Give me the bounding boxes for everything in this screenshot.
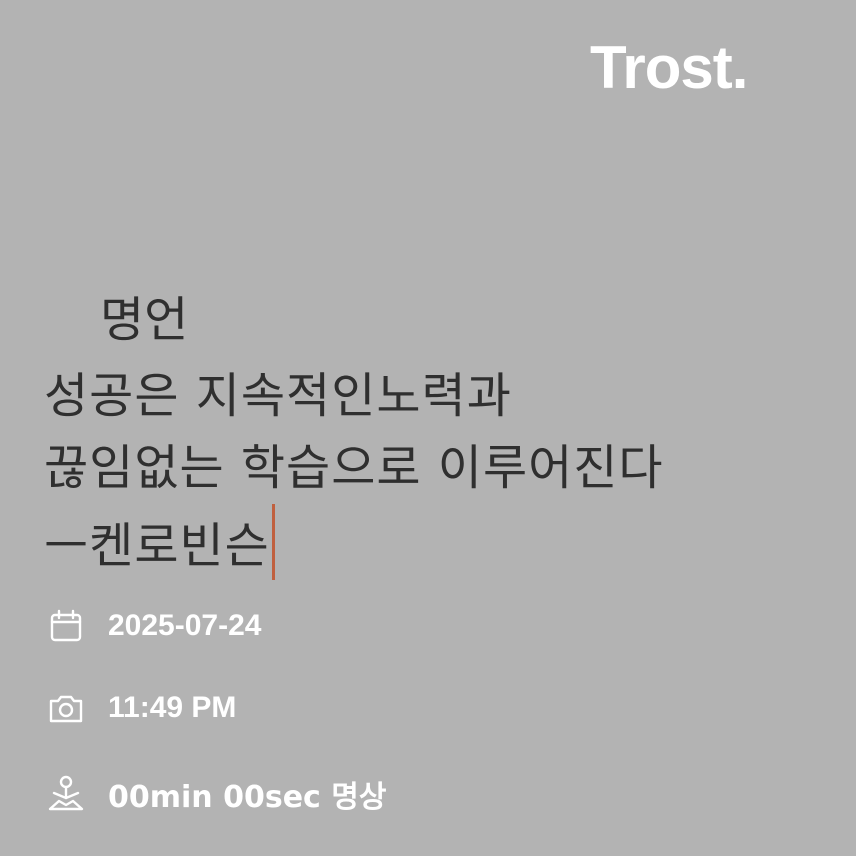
meditation-row: 00min 00sec 명상 <box>46 772 386 816</box>
date-row: 2025-07-24 <box>46 606 261 646</box>
time-text: 11:49 PM <box>108 691 237 724</box>
note-title: 명언 <box>100 292 189 348</box>
brand-logo: Trost. <box>590 34 748 101</box>
calendar-icon <box>46 606 86 646</box>
meditation-icon <box>46 774 86 814</box>
note-line: 끊임없는 학습으로 이루어진다 <box>44 440 664 496</box>
date-text: 2025-07-24 <box>108 609 262 642</box>
note-line-text: ㅡ켄로빈슨 <box>44 518 270 574</box>
meditation-text: 00min 00sec 명상 <box>108 780 387 815</box>
note-body[interactable]: 명언 성공은 지속적인노력과 끊임없는 학습으로 이루어진다 ㅡ켄로빈슨 <box>44 284 826 582</box>
note-line-last: ㅡ켄로빈슨 <box>44 504 826 582</box>
camera-icon <box>46 688 86 728</box>
time-row: 11:49 PM <box>46 688 236 728</box>
note-line: 성공은 지속적인노력과 <box>44 368 512 424</box>
text-cursor <box>271 504 275 580</box>
